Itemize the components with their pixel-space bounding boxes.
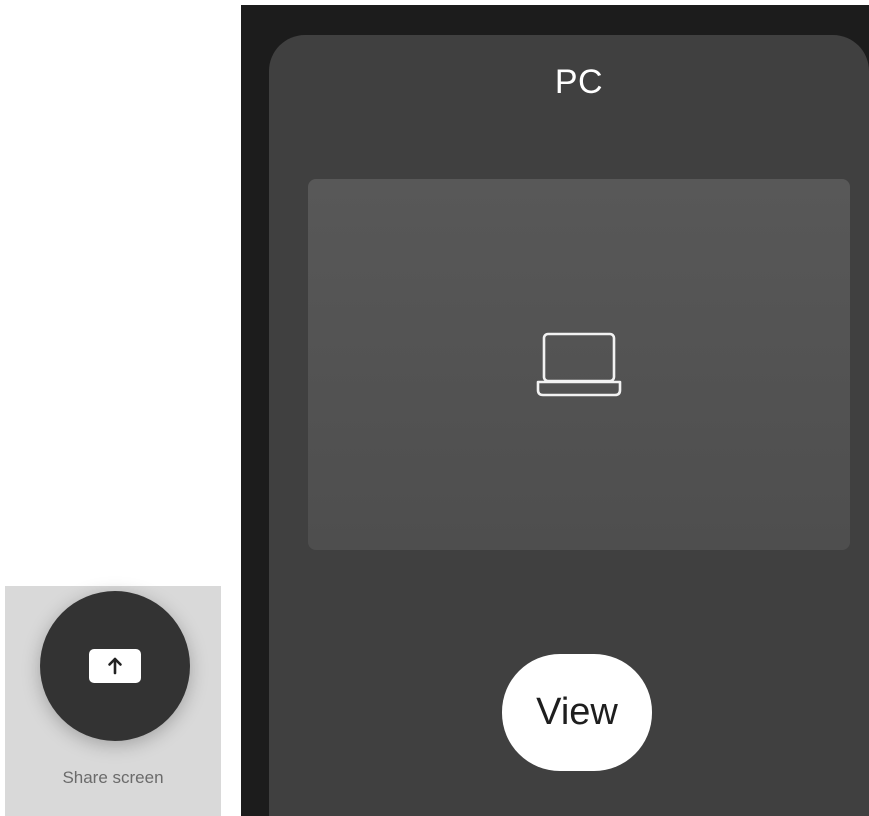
screen-share-page: Share screen PC View — [0, 0, 869, 816]
share-screen-upload-icon — [89, 649, 141, 683]
share-screen-tile: Share screen — [5, 586, 221, 816]
laptop-icon — [536, 332, 622, 398]
device-preview — [308, 179, 850, 550]
view-button[interactable]: View — [502, 654, 652, 771]
device-title: PC — [554, 63, 604, 101]
device-card: PC View — [269, 35, 869, 816]
share-screen-button[interactable] — [40, 591, 190, 741]
share-screen-label: Share screen — [62, 768, 164, 787]
